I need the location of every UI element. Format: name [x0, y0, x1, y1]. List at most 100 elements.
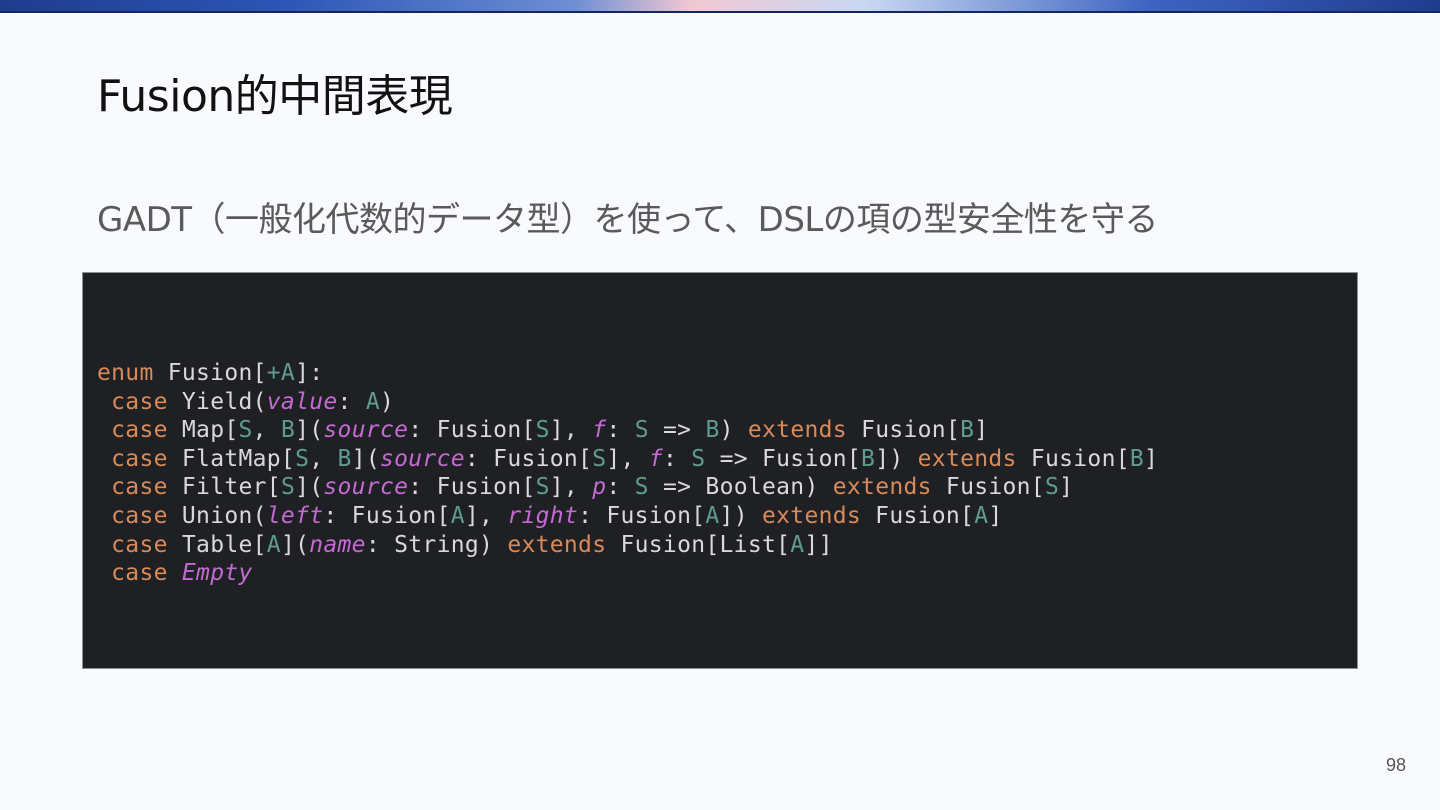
code-keyword: case	[111, 502, 168, 529]
code-line: enum Fusion[+A]:	[97, 359, 1158, 388]
code-text: ]	[974, 417, 989, 444]
code-text: FlatMap[	[167, 445, 296, 472]
code-text: Fusion[	[931, 474, 1045, 501]
code-text: =>	[648, 417, 706, 444]
code-line: case Yield(value: A)	[97, 388, 1158, 417]
code-line: case Map[S, B](source: Fusion[S], f: S =…	[97, 416, 1158, 445]
code-keyword: extends	[507, 531, 607, 558]
code-text: ])	[875, 445, 918, 472]
code-listing: enum Fusion[+A]: case Yield(value: A) ca…	[97, 359, 1158, 588]
slide-subtitle: GADT（一般化代数的データ型）を使って、DSLの項の型安全性を守る	[97, 200, 1158, 240]
code-type-param: A	[450, 502, 465, 529]
code-text: ],	[549, 474, 593, 501]
code-text: ]	[988, 502, 1003, 529]
code-param-name: p	[592, 474, 607, 501]
code-text: : String)	[365, 531, 508, 558]
code-keyword: case	[111, 474, 168, 501]
code-text: ,	[252, 417, 281, 444]
code-line: case Empty	[97, 559, 1158, 588]
code-keyword: enum	[97, 360, 154, 386]
code-type-param: A	[266, 531, 281, 558]
code-text: ](	[295, 474, 324, 501]
code-text: )	[379, 388, 395, 415]
code-text: : Fusion[	[408, 474, 536, 501]
code-text: ](	[295, 417, 324, 444]
code-type-param: B	[960, 417, 975, 444]
code-param-name: source	[323, 417, 409, 444]
code-keyword: extends	[917, 445, 1017, 472]
code-param-name: left	[266, 502, 324, 529]
code-keyword: case	[111, 388, 168, 415]
code-param-name: source	[323, 474, 409, 501]
code-param-name: f	[648, 445, 663, 472]
code-type-param: A	[705, 502, 720, 529]
code-text: ],	[606, 445, 649, 472]
code-keyword: case	[111, 445, 168, 472]
code-type-param: B	[280, 417, 296, 444]
code-text: ](	[351, 445, 380, 472]
code-text: : Fusion[	[408, 417, 536, 444]
code-text: ]:	[295, 360, 324, 386]
code-keyword: case	[111, 560, 168, 587]
code-type-param: B	[705, 417, 720, 444]
code-type-param: B	[861, 445, 876, 472]
code-text: ]	[1144, 445, 1159, 472]
code-text: : Fusion[	[578, 502, 706, 529]
code-text: : Fusion[	[323, 502, 451, 529]
code-text: Table[	[167, 531, 267, 558]
code-text: => Fusion[	[705, 445, 862, 472]
code-text: ]]	[804, 531, 833, 558]
code-text: Map[	[167, 417, 239, 444]
code-line: case Union(left: Fusion[A], right: Fusio…	[97, 502, 1158, 531]
code-keyword: case	[111, 417, 168, 444]
code-type-param: S	[592, 445, 607, 472]
code-type-param: +A	[266, 360, 296, 386]
code-text: :	[606, 474, 635, 501]
code-block: enum Fusion[+A]: case Yield(value: A) ca…	[82, 272, 1358, 669]
slide-title: Fusion的中間表現	[97, 71, 453, 122]
code-type-param: S	[295, 445, 310, 472]
code-type-param: S	[238, 417, 253, 444]
code-type-param: B	[337, 445, 352, 472]
code-type-param: S	[1044, 474, 1060, 501]
code-keyword: extends	[832, 474, 932, 501]
code-param-name: right	[507, 502, 579, 529]
code-type-param: A	[790, 531, 805, 558]
code-param-name: name	[309, 531, 366, 558]
code-type-param: B	[1129, 445, 1145, 472]
code-text: ],	[549, 417, 593, 444]
code-keyword: extends	[762, 502, 862, 529]
code-type-param: S	[634, 474, 649, 501]
code-text: :	[606, 417, 635, 444]
code-text: Fusion[List[	[606, 531, 791, 558]
code-text: Fusion[	[861, 502, 975, 529]
code-param-name: Empty	[181, 560, 253, 587]
code-param-name: source	[379, 445, 465, 472]
code-text: Fusion[	[1016, 445, 1130, 472]
code-keyword: case	[111, 531, 168, 558]
code-text: Union(	[167, 502, 267, 529]
code-line: case FlatMap[S, B](source: Fusion[S], f:…	[97, 445, 1158, 474]
code-param-name: f	[592, 417, 607, 444]
code-text: Fusion[	[153, 360, 267, 386]
code-type-param: S	[535, 417, 550, 444]
code-text: ])	[719, 502, 762, 529]
code-type-param: S	[634, 417, 649, 444]
code-text: Fusion[	[846, 417, 961, 444]
code-type-param: S	[691, 445, 706, 472]
code-text: )	[719, 417, 748, 444]
code-text: Filter[	[167, 474, 281, 501]
code-type-param: S	[280, 474, 296, 501]
code-text: : Fusion[	[464, 445, 593, 472]
code-text: :	[337, 388, 366, 415]
code-param-name: value	[266, 388, 338, 415]
code-type-param: A	[365, 388, 380, 415]
